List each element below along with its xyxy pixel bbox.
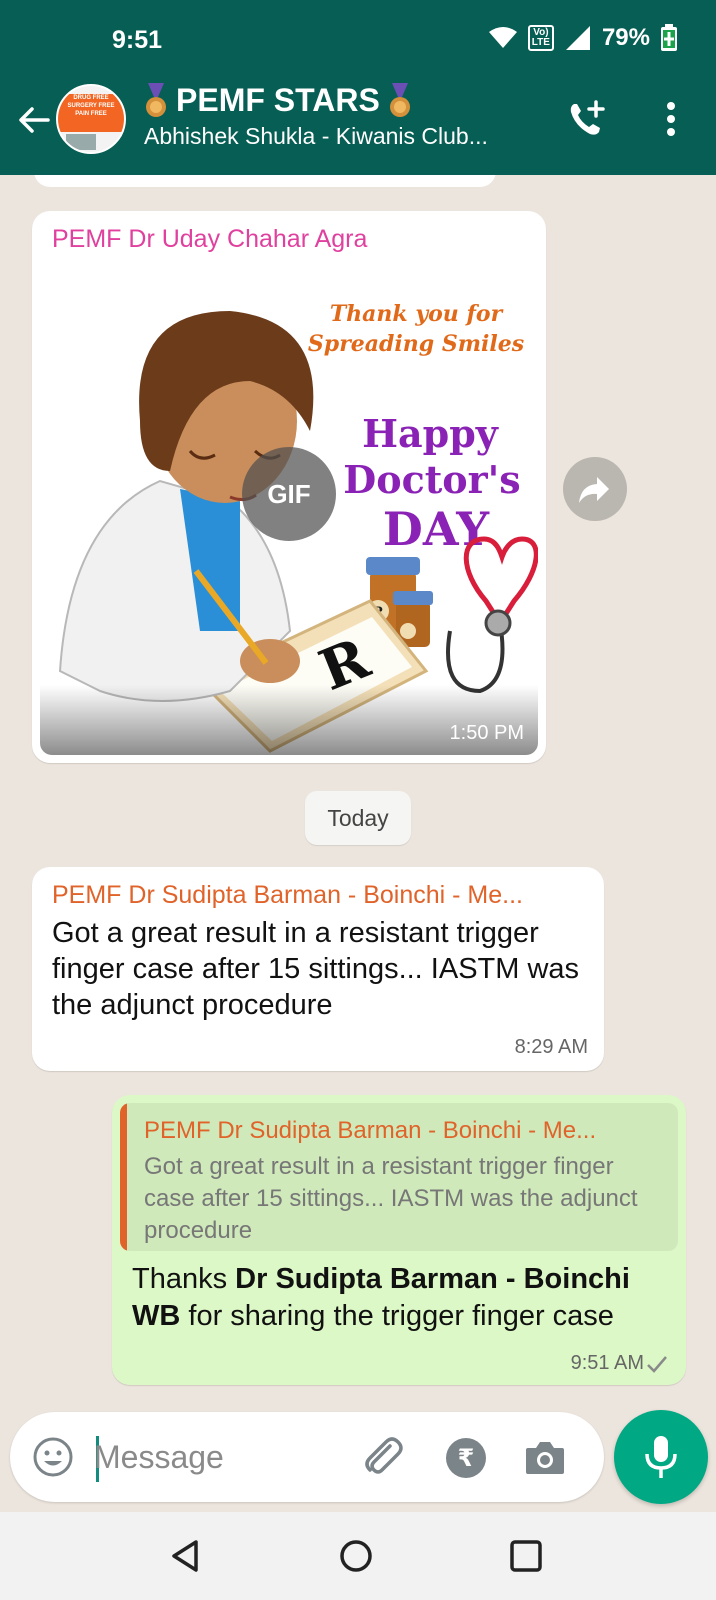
medal-icon: [146, 82, 166, 117]
camera-icon[interactable]: [524, 1438, 566, 1476]
message-time: 1:50 PM: [449, 722, 524, 744]
chat-header: DRUG FREE SURGERY FREE PAIN FREE PEMF ST…: [0, 82, 716, 175]
text-message[interactable]: PEMF Dr Sudipta Barman - Boinchi - Me...…: [32, 867, 604, 1071]
group-name-row: PEMF STARS: [144, 82, 564, 119]
chat-title-area[interactable]: PEMF STARS Abhishek Shukla - Kiwanis Clu…: [144, 82, 564, 150]
battery-percent: 79%: [601, 24, 650, 51]
emoji-icon[interactable]: [32, 1436, 74, 1478]
group-avatar[interactable]: DRUG FREE SURGERY FREE PAIN FREE: [56, 84, 126, 154]
sent-check-icon: [647, 1356, 667, 1373]
quoted-sender: PEMF Dr Sudipta Barman - Boinchi - Me...: [144, 1117, 597, 1144]
nav-back-icon[interactable]: [166, 1536, 206, 1576]
nav-recents-icon[interactable]: [506, 1536, 546, 1576]
image-text-line2: Spreading Smiles: [308, 331, 524, 357]
gif-message[interactable]: PEMF Dr Uday Chahar Agra Thank you for S…: [32, 211, 546, 763]
chat-area[interactable]: PEMF Dr Uday Chahar Agra Thank you for S…: [0, 175, 716, 1415]
message-text: Thanks Dr Sudipta Barman - Boinchi WB fo…: [132, 1263, 630, 1332]
group-name: PEMF STARS: [176, 82, 380, 118]
message-time: 9:51 AM: [570, 1352, 644, 1374]
quoted-text: Got a great result in a resistant trigge…: [144, 1153, 638, 1244]
message-composer: ₹: [10, 1412, 604, 1502]
image-text-line3: Happy: [362, 411, 499, 456]
status-bar: 9:51 Vo) LTE 79%: [0, 0, 716, 82]
previous-message-tail: [34, 175, 496, 187]
image-text-line5: DAY: [383, 502, 490, 556]
date-separator: Today: [305, 791, 411, 845]
add-call-icon[interactable]: [566, 98, 608, 140]
voice-record-button[interactable]: [614, 1410, 708, 1504]
status-icons: Vo) LTE 79%: [488, 24, 678, 52]
image-text-line4: Doctor's: [343, 457, 520, 502]
forward-arrow-icon: [579, 477, 609, 503]
message-time: 8:29 AM: [514, 1036, 588, 1058]
image-text-line1: Thank you for: [330, 301, 504, 327]
back-arrow-icon[interactable]: [14, 100, 54, 140]
message-sender: PEMF Dr Sudipta Barman - Boinchi - Me...: [52, 881, 523, 909]
quoted-message[interactable]: PEMF Dr Sudipta Barman - Boinchi - Me...…: [120, 1103, 678, 1251]
payment-rupee-icon[interactable]: ₹: [446, 1438, 486, 1478]
microphone-icon: [645, 1436, 677, 1478]
more-options-icon[interactable]: [656, 98, 686, 140]
wifi-icon: [488, 27, 517, 48]
avatar-banner: DRUG FREE SURGERY FREE PAIN FREE: [58, 94, 124, 132]
app-header: 9:51 Vo) LTE 79% DRUG FREE SURGERY FREE …: [0, 0, 716, 175]
status-time: 9:51: [112, 26, 163, 54]
reply-message[interactable]: PEMF Dr Sudipta Barman - Boinchi - Me...…: [112, 1095, 686, 1385]
attachment-icon[interactable]: [360, 1434, 404, 1478]
signal-icon: [565, 26, 590, 50]
battery-charging-icon: [661, 24, 677, 51]
message-sender: PEMF Dr Uday Chahar Agra: [52, 225, 368, 253]
nav-home-icon[interactable]: [336, 1536, 376, 1576]
group-members-subtitle: Abhishek Shukla - Kiwanis Club...: [144, 123, 488, 149]
system-navigation-bar: [0, 1512, 716, 1600]
medal-icon: [389, 82, 410, 117]
forward-button[interactable]: [563, 457, 627, 521]
message-text: Got a great result in a resistant trigge…: [52, 917, 580, 1021]
message-input[interactable]: [94, 1432, 344, 1482]
volte-badge: Vo) LTE: [527, 25, 554, 51]
gif-play-badge[interactable]: GIF: [242, 447, 336, 541]
avatar-device-image: [66, 134, 96, 150]
